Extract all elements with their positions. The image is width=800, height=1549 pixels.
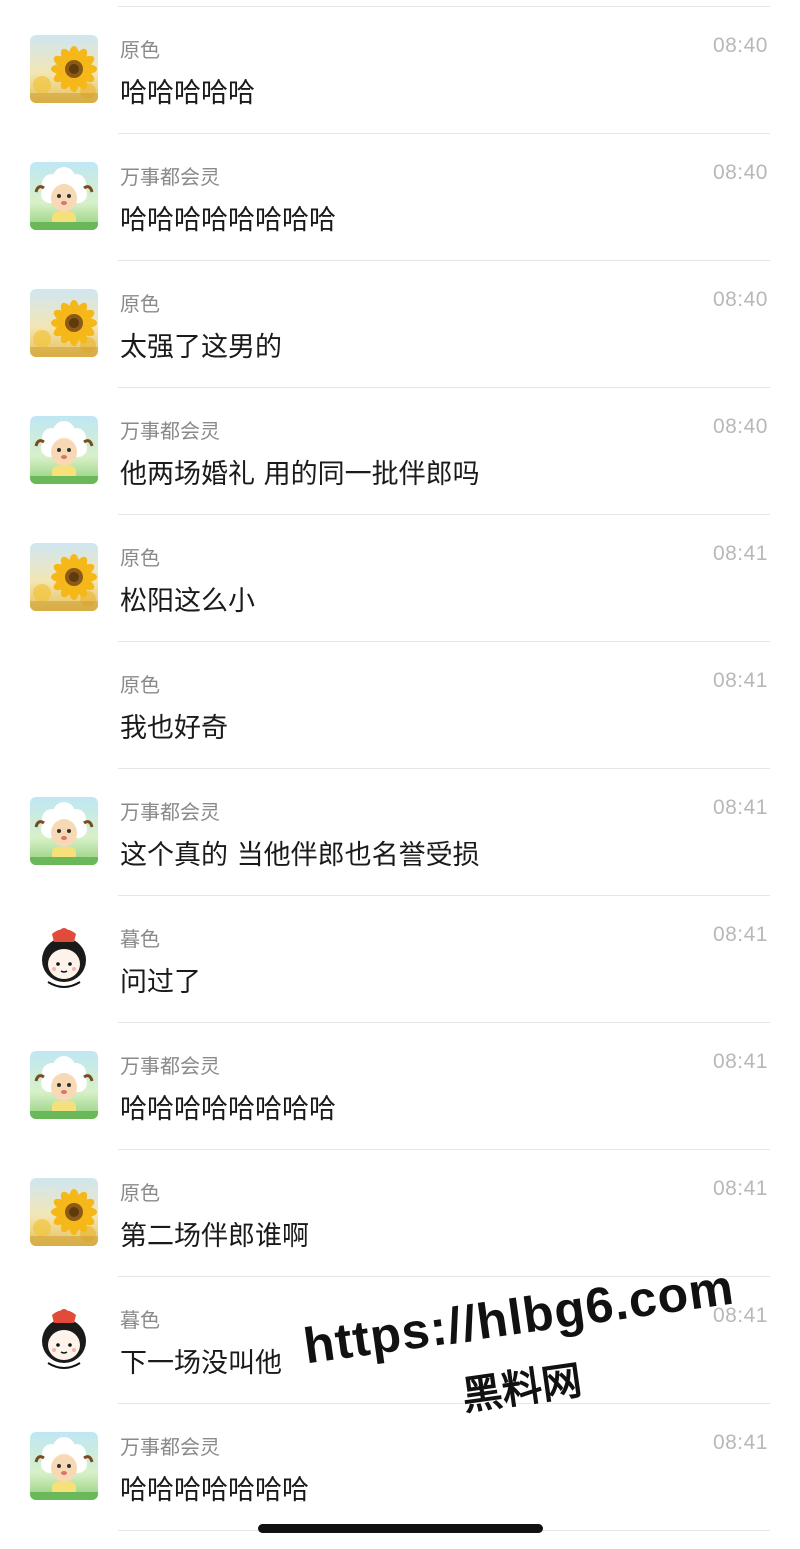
chat-message-row[interactable]: 暮色 08:41 问过了 [0,896,800,1023]
message-text: 这个真的 当他伴郎也名誉受损 [120,840,480,871]
sheep-avatar[interactable] [30,416,98,484]
sender-name: 原色 [120,1181,160,1205]
message-text: 问过了 [120,967,201,998]
sender-name: 万事都会灵 [120,419,220,443]
sender-name: 万事都会灵 [120,1054,220,1078]
sheep-avatar[interactable] [30,797,98,865]
message-text: 下一场没叫他 [120,1348,282,1379]
chat-message-row[interactable]: 万事都会灵 08:40 哈哈哈哈哈哈哈哈 [0,134,800,261]
sender-name: 暮色 [120,927,160,951]
sender-name: 万事都会灵 [120,1435,220,1459]
sunflower-avatar[interactable] [30,543,98,611]
sunflower-avatar[interactable] [30,35,98,103]
message-text: 第二场伴郎谁啊 [120,1221,309,1252]
sender-name: 暮色 [120,1308,160,1332]
cartoon-girl-avatar[interactable] [30,1305,98,1373]
home-indicator[interactable] [258,1524,543,1533]
message-time: 08:41 [712,1050,768,1073]
message-time: 08:40 [712,415,768,438]
chat-message-row[interactable]: 万事都会灵 08:41 这个真的 当他伴郎也名誉受损 [0,769,800,896]
message-text: 哈哈哈哈哈哈哈 [120,1475,309,1506]
message-text: 太强了这男的 [120,332,282,363]
sender-name: 万事都会灵 [120,165,220,189]
chat-message-row[interactable]: 原色 08:40 太强了这男的 [0,261,800,388]
cartoon-girl-avatar[interactable] [30,924,98,992]
chat-message-row[interactable]: 暮色 08:41 下一场没叫他 [0,1277,800,1404]
sender-name: 原色 [120,546,160,570]
sender-name: 原色 [120,292,160,316]
chat-message-row[interactable]: 原色 08:41 松阳这么小 [0,515,800,642]
sheep-avatar[interactable] [30,1051,98,1119]
sunflower-avatar[interactable] [30,1178,98,1246]
message-text: 我也好奇 [120,713,228,744]
message-time: 08:40 [712,34,768,57]
message-time: 08:41 [712,796,768,819]
message-text: 松阳这么小 [120,586,255,617]
message-time: 08:41 [712,1431,768,1454]
sheep-avatar[interactable] [30,162,98,230]
sunflower-avatar[interactable] [30,289,98,357]
message-time: 08:40 [712,161,768,184]
sender-name: 原色 [120,38,160,62]
chat-message-row[interactable]: 原色 08:41 第二场伴郎谁啊 [0,1150,800,1277]
message-text: 他两场婚礼 用的同一批伴郎吗 [120,459,480,490]
message-time: 08:41 [712,669,768,692]
sheep-avatar[interactable] [30,1432,98,1500]
message-time: 08:40 [712,288,768,311]
sender-name: 原色 [120,673,160,697]
chat-message-row[interactable]: 万事都会灵 08:40 他两场婚礼 用的同一批伴郎吗 [0,388,800,515]
chat-message-row[interactable]: 万事都会灵 08:41 哈哈哈哈哈哈哈哈 [0,1023,800,1150]
message-text: 哈哈哈哈哈哈哈哈 [120,205,336,236]
message-time: 08:41 [712,1177,768,1200]
chat-message-row[interactable]: 原色 08:40 哈哈哈哈哈 [0,7,800,134]
chat-message-row[interactable]: 万事都会灵 08:41 哈哈哈哈哈哈哈 [0,1404,800,1531]
message-text: 哈哈哈哈哈 [120,78,255,109]
sender-name: 万事都会灵 [120,800,220,824]
message-text: 哈哈哈哈哈哈哈哈 [120,1094,336,1125]
message-time: 08:41 [712,923,768,946]
chat-message-row[interactable]: 原色 08:41 我也好奇 [0,642,800,769]
message-time: 08:41 [712,542,768,565]
message-time: 08:41 [712,1304,768,1327]
